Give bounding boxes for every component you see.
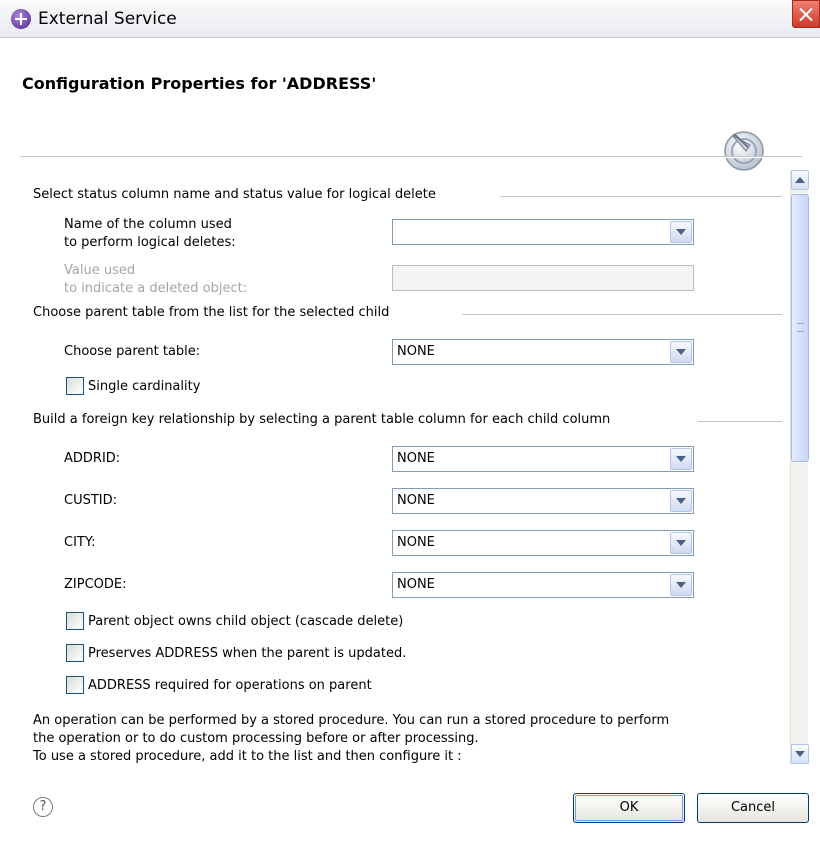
custid-combo[interactable]: NONE	[392, 488, 694, 514]
wizard-banner-icon	[724, 131, 764, 171]
dialog-footer: ? OK Cancel	[0, 764, 820, 843]
checkbox-label: Single cardinality	[88, 378, 201, 394]
chevron-down-icon[interactable]	[670, 532, 692, 554]
checkbox-box[interactable]	[66, 377, 84, 395]
scroll-down-icon[interactable]	[791, 744, 809, 764]
wizard-header: Configuration Properties for 'ADDRESS'	[0, 38, 820, 171]
scroll-up-icon[interactable]	[791, 170, 809, 190]
group-rule	[462, 314, 782, 315]
parent-table-label: Choose parent table:	[64, 344, 201, 359]
vertical-scrollbar[interactable]	[790, 170, 809, 764]
chevron-down-icon[interactable]	[670, 341, 692, 363]
addrid-combo[interactable]: NONE	[392, 446, 694, 472]
city-label: CITY:	[64, 535, 96, 550]
header-separator	[20, 156, 802, 158]
group-rule	[698, 421, 782, 422]
chevron-down-icon[interactable]	[670, 490, 692, 512]
group-rule	[500, 196, 782, 197]
zipcode-combo[interactable]: NONE	[392, 572, 694, 598]
stored-procedure-text: An operation can be performed by a store…	[33, 713, 670, 764]
chevron-down-icon[interactable]	[670, 221, 692, 243]
ok-button[interactable]: OK	[573, 793, 685, 823]
delete-column-label: Name of the column used to perform logic…	[64, 217, 236, 250]
address-required-checkbox[interactable]: ADDRESS required for operations on paren…	[66, 676, 372, 694]
city-combo[interactable]: NONE	[392, 530, 694, 556]
checkbox-label: Parent object owns child object (cascade…	[88, 613, 404, 629]
parent-table-group-label: Choose parent table from the list for th…	[33, 305, 390, 320]
checkbox-box[interactable]	[66, 644, 84, 662]
close-button[interactable]	[792, 0, 820, 28]
title-bar: External Service	[0, 0, 820, 38]
preserve-address-checkbox[interactable]: Preserves ADDRESS when the parent is upd…	[66, 644, 406, 662]
help-icon[interactable]: ?	[33, 797, 53, 817]
deleted-value-label: Value used to indicate a deleted object:	[64, 263, 248, 296]
checkbox-label: ADDRESS required for operations on paren…	[88, 677, 372, 693]
custid-label: CUSTID:	[64, 493, 118, 508]
single-cardinality-checkbox[interactable]: Single cardinality	[66, 377, 200, 395]
window-title: External Service	[38, 9, 177, 29]
checkbox-box[interactable]	[66, 676, 84, 694]
zipcode-label: ZIPCODE:	[64, 577, 127, 592]
chevron-down-icon[interactable]	[670, 448, 692, 470]
addrid-label: ADDRID:	[64, 451, 121, 466]
deleted-value-field	[392, 265, 694, 291]
checkbox-box[interactable]	[66, 612, 84, 630]
external-service-icon	[11, 9, 31, 29]
logical-delete-group-label: Select status column name and status val…	[33, 187, 436, 202]
scroll-thumb[interactable]	[791, 194, 809, 462]
properties-form: Select status column name and status val…	[18, 172, 790, 764]
foreign-key-group-label: Build a foreign key relationship by sele…	[33, 412, 611, 427]
checkbox-label: Preserves ADDRESS when the parent is upd…	[88, 645, 407, 661]
delete-column-combo[interactable]	[392, 219, 694, 245]
cancel-button[interactable]: Cancel	[697, 793, 809, 823]
page-title: Configuration Properties for 'ADDRESS'	[22, 74, 377, 93]
chevron-down-icon[interactable]	[670, 574, 692, 596]
parent-table-combo[interactable]: NONE	[392, 339, 694, 365]
cascade-delete-checkbox[interactable]: Parent object owns child object (cascade…	[66, 612, 403, 630]
